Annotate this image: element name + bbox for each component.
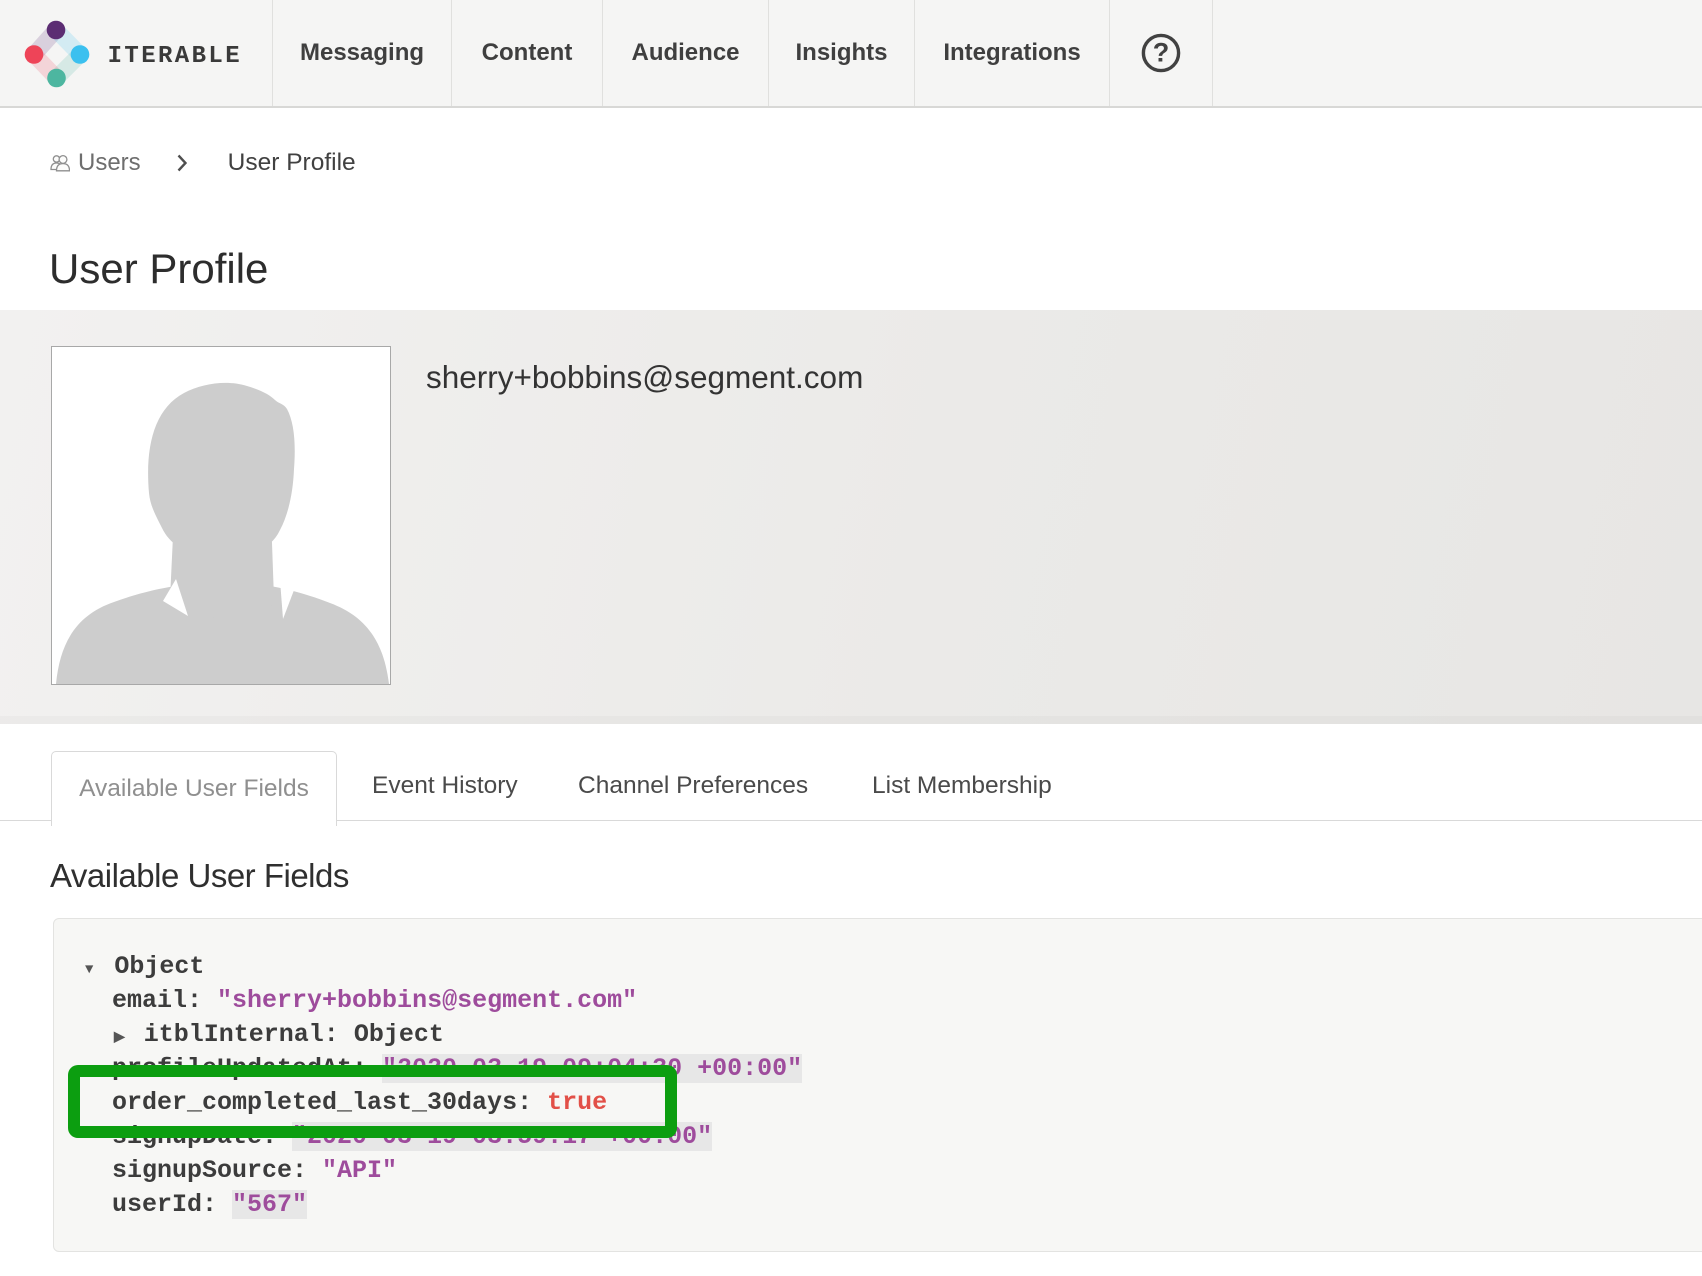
svg-text:?: ? [1153, 38, 1170, 68]
svg-text:ITERABLE: ITERABLE [108, 43, 242, 70]
